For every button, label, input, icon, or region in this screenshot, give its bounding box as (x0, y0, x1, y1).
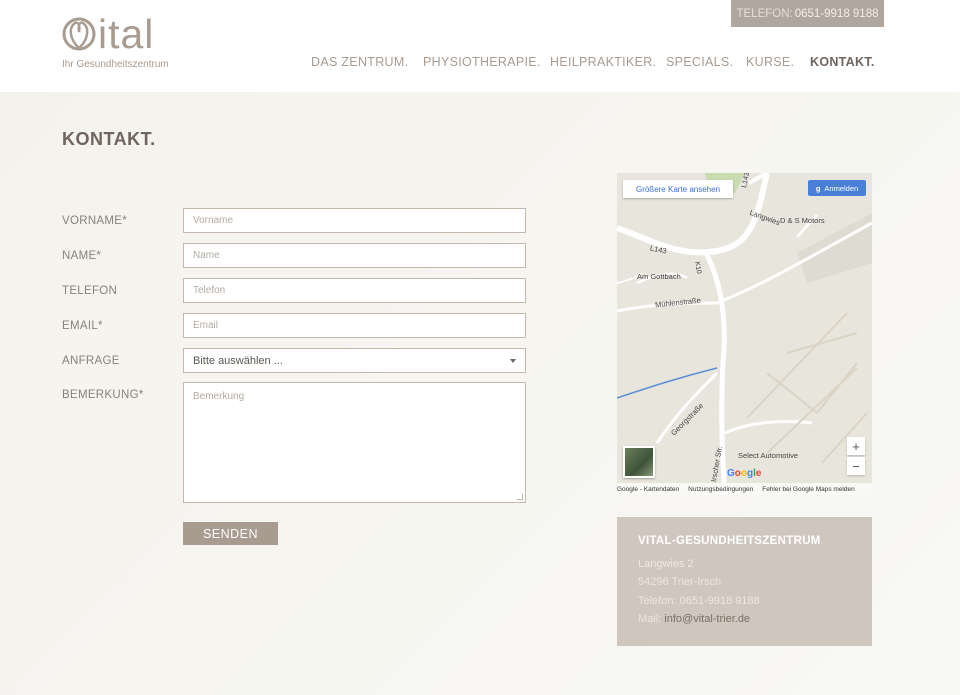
google-logo: Google (727, 468, 762, 479)
map-signin-label: Anmelden (824, 183, 859, 193)
satellite-toggle[interactable] (623, 446, 655, 478)
map-label-am-gottbach: Am Gottbach (637, 272, 681, 281)
nav-item-das-zentrum[interactable]: DAS ZENTRUM. (311, 55, 408, 69)
larger-map-button[interactable]: Größere Karte ansehen (623, 180, 733, 198)
map-signin-button[interactable]: g Anmelden (808, 180, 866, 196)
nav-item-kontakt[interactable]: KONTAKT. (810, 55, 875, 69)
site-header: ital Ihr Gesundheitszentrum TELEFON: 065… (0, 0, 960, 92)
nav-item-kurse[interactable]: KURSE. (746, 55, 794, 69)
map-footer: Google - Kartendaten Nutzungsbedingungen… (617, 483, 872, 495)
map-terms-link[interactable]: Nutzungsbedingungen (688, 486, 753, 493)
telefon-field[interactable]: Telefon (183, 278, 526, 303)
vorname-field[interactable]: Vorname (183, 208, 526, 233)
phone-number: 0651-9918 9188 (794, 7, 879, 20)
address-city: 54296 Trier-Irsch (638, 576, 722, 589)
google-map[interactable]: Größere Karte ansehen g Anmelden L143 La… (617, 173, 872, 495)
map-report-link[interactable]: Fehler bei Google Maps melden (762, 486, 855, 493)
zoom-out-button[interactable]: − (847, 457, 865, 475)
map-label-ds-motors: D & S Motors (780, 216, 825, 225)
map-canvas[interactable] (617, 173, 872, 495)
send-button[interactable]: SENDEN (183, 522, 278, 545)
address-phone: Telefon: 0651-9918 9188 (638, 594, 760, 607)
nav-item-physiotherapie[interactable]: PHYSIOTHERAPIE. (423, 55, 541, 69)
main-nav: DAS ZENTRUM. PHYSIOTHERAPIE. HEILPRAKTIK… (0, 55, 960, 71)
anfrage-select-value: Bitte auswählen ... (193, 354, 283, 367)
bemerkung-textarea[interactable]: Bemerkung (183, 382, 526, 503)
anfrage-label: ANFRAGE (62, 355, 120, 367)
anfrage-select[interactable]: Bitte auswählen ... (183, 348, 526, 373)
email-label: EMAIL* (62, 320, 103, 332)
email-field[interactable]: Email (183, 313, 526, 338)
address-mail-label: Mail: (638, 612, 662, 625)
map-data-credit[interactable]: Google - Kartendaten (617, 486, 679, 493)
phone-label: TELEFON: (736, 7, 793, 20)
address-title: VITAL-GESUNDHEITSZENTRUM (638, 535, 821, 547)
logo-mark-icon (62, 17, 96, 51)
phone-banner[interactable]: TELEFON: 0651-9918 9188 (731, 0, 884, 27)
chevron-down-icon (510, 359, 516, 363)
bemerkung-label: BEMERKUNG* (62, 389, 144, 401)
logo-text: ital (98, 11, 155, 57)
telefon-label: TELEFON (62, 285, 118, 297)
google-plus-icon: g (815, 183, 821, 193)
page-title: KONTAKT. (62, 129, 156, 149)
nav-item-heilpraktiker[interactable]: HEILPRAKTIKER. (550, 55, 656, 69)
vorname-label: VORNAME* (62, 215, 128, 227)
resize-handle-icon[interactable] (517, 494, 523, 500)
name-field[interactable]: Name (183, 243, 526, 268)
address-mail-row: Mail: info@vital-trier.de (638, 610, 851, 628)
bemerkung-placeholder: Bemerkung (193, 391, 245, 402)
address-mail-link[interactable]: info@vital-trier.de (664, 613, 750, 625)
zoom-in-button[interactable]: + (847, 437, 865, 455)
name-label: NAME* (62, 250, 102, 262)
nav-item-specials[interactable]: SPECIALS. (666, 55, 733, 69)
map-label-select-automotive: Select Automotive (738, 451, 799, 460)
address-street: Langwies 2 (638, 558, 694, 570)
address-box: VITAL-GESUNDHEITSZENTRUM Langwies 2 5429… (617, 517, 872, 646)
